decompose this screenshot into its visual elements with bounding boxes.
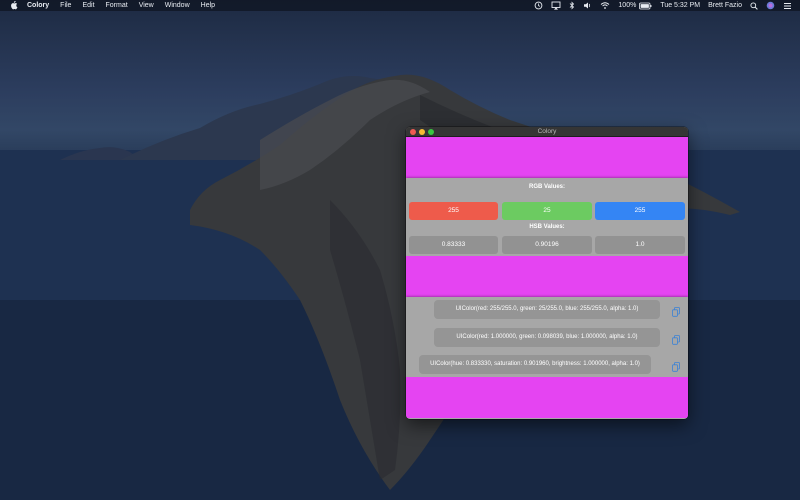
- blue-value-field[interactable]: 255: [595, 202, 685, 220]
- clock[interactable]: Tue 5:32 PM: [660, 0, 700, 11]
- code-panel: UIColor(red: 255/255.0, green: 25/255.0,…: [406, 297, 688, 377]
- apple-icon[interactable]: [10, 1, 18, 10]
- menu-bar: Colory File Edit Format View Window Help…: [0, 0, 800, 11]
- battery-label[interactable]: 100%: [618, 0, 636, 11]
- menu-file[interactable]: File: [60, 0, 71, 11]
- color-swatch-top: [406, 137, 688, 178]
- siri-icon[interactable]: [766, 1, 775, 10]
- red-value-field[interactable]: 255: [409, 202, 498, 220]
- brightness-value-field[interactable]: 1.0: [595, 236, 685, 254]
- bluetooth-icon[interactable]: [569, 1, 575, 10]
- colory-window: Colory RGB Values: 255 25 255 HSB Values…: [406, 127, 688, 419]
- values-panel: RGB Values: 255 25 255 HSB Values: 0.833…: [406, 178, 688, 256]
- saturation-value-field[interactable]: 0.90196: [502, 236, 592, 254]
- battery-icon[interactable]: [639, 2, 652, 10]
- airplay-icon[interactable]: [551, 1, 561, 10]
- menu-view[interactable]: View: [139, 0, 154, 11]
- copy-icon[interactable]: [672, 304, 680, 317]
- volume-icon[interactable]: [583, 1, 592, 10]
- rgb-values-label: RGB Values:: [528, 184, 565, 190]
- menu-help[interactable]: Help: [201, 0, 215, 11]
- search-icon[interactable]: [750, 1, 758, 10]
- uicolor-float-code[interactable]: UIColor(red: 1.000000, green: 0.098039, …: [434, 328, 660, 347]
- window-title: Colory: [537, 128, 557, 135]
- wifi-icon[interactable]: [600, 1, 610, 10]
- user-name[interactable]: Brett Fazio: [708, 0, 742, 11]
- window-titlebar[interactable]: Colory: [406, 127, 688, 137]
- uicolor-rgb255-code[interactable]: UIColor(red: 255/255.0, green: 25/255.0,…: [434, 300, 660, 319]
- menu-window[interactable]: Window: [165, 0, 190, 11]
- uicolor-hsb-code[interactable]: UIColor(hue: 0.833330, saturation: 0.901…: [419, 355, 651, 374]
- copy-icon[interactable]: [672, 332, 680, 345]
- hue-value-field[interactable]: 0.83333: [409, 236, 498, 254]
- color-swatch-middle: [406, 256, 688, 297]
- control-center-icon[interactable]: [783, 2, 792, 10]
- hsb-values-label: HSB Values:: [529, 224, 565, 230]
- menu-edit[interactable]: Edit: [82, 0, 94, 11]
- menu-format[interactable]: Format: [106, 0, 128, 11]
- color-swatch-bottom: [406, 377, 688, 418]
- menu-app-name[interactable]: Colory: [27, 0, 49, 11]
- copy-icon[interactable]: [672, 359, 680, 372]
- time-machine-icon[interactable]: [534, 1, 543, 10]
- green-value-field[interactable]: 25: [502, 202, 592, 220]
